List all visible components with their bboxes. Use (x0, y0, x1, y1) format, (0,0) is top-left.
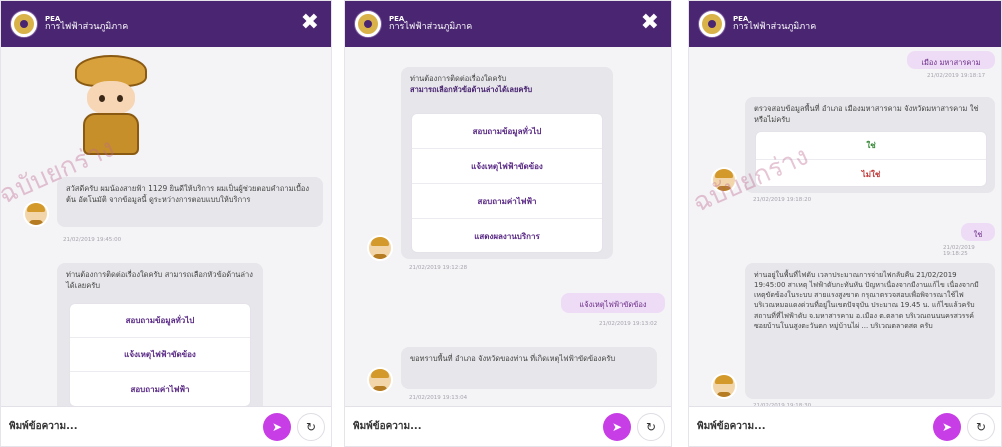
send-button[interactable]: ➤ (263, 412, 291, 441)
chat-footer: พิมพ์ข้อความ... ➤ ↻ (345, 406, 671, 446)
bot-avatar (367, 235, 393, 261)
message-input[interactable]: พิมพ์ข้อความ... (353, 419, 603, 434)
menu-prompt: ท่านต้องการติดต่อเรื่องใดครับ สามารถเลือ… (66, 270, 253, 290)
close-icon[interactable]: ✖ (301, 11, 319, 35)
chat-footer: พิมพ์ข้อความ... ➤ ↻ (1, 406, 331, 446)
message-input[interactable]: พิมพ์ข้อความ... (9, 419, 263, 434)
chat-header: PEA การไฟฟ้าส่วนภูมิภาค ✖ (1, 1, 331, 47)
chat-panel-1: PEA การไฟฟ้าส่วนภูมิภาค ✖ สวัสดีครับ ผมน… (0, 0, 332, 447)
bot-message-bubble: ขอทราบพื้นที่ อำเภอ จังหวัดของท่าน ที่เก… (401, 347, 657, 389)
brand: PEA การไฟฟ้าส่วนภูมิภาค (389, 15, 473, 33)
pea-logo-icon (355, 11, 381, 37)
send-button[interactable]: ➤ (933, 412, 961, 441)
bot-avatar (711, 373, 737, 399)
menu-options: สอบถามข้อมูลทั่วไป แจ้งเหตุไฟฟ้าขัดข้อง … (411, 113, 603, 253)
pea-logo-icon (699, 11, 725, 37)
yes-no-options: ใช่ ไม่ใช่ (755, 131, 987, 187)
chat-header: PEA การไฟฟ้าส่วนภูมิภาค ✖ (345, 1, 671, 47)
menu-prompt-bold: สามารถเลือกหัวข้อด้านล่างได้เลยครับ (410, 84, 533, 94)
user-message-bubble: เมือง มหาสารคาม (907, 51, 995, 69)
message-input[interactable]: พิมพ์ข้อความ... (697, 419, 933, 434)
bot-outage-info-bubble: ท่านอยู่ในพื้นที่ไฟดับ เวลาประมาณการจ่าย… (745, 263, 995, 399)
option-general-info[interactable]: สอบถามข้อมูลทั่วไป (70, 304, 250, 338)
brand: PEA การไฟฟ้าส่วนภูมิภาค (45, 15, 129, 33)
bot-avatar (23, 201, 49, 227)
option-billing[interactable]: สอบถามค่าไฟฟ้า (70, 372, 250, 406)
option-yes[interactable]: ใช่ (756, 132, 986, 160)
chat-panel-2: PEA การไฟฟ้าส่วนภูมิภาค ✖ ท่านต้องการติด… (344, 0, 672, 447)
confirm-text: ตรวจสอบข้อมูลพื้นที่ อำเภอ เมืองมหาสารคา… (754, 104, 979, 124)
message-timestamp: 21/02/2019 19:18:17 (927, 73, 986, 79)
option-service-results[interactable]: แสดงผลงานบริการ (412, 219, 602, 252)
option-report-outage[interactable]: แจ้งเหตุไฟฟ้าขัดข้อง (70, 338, 250, 372)
option-billing[interactable]: สอบถามค่าไฟฟ้า (412, 184, 602, 219)
no-label: ไม่ใช่ (861, 169, 881, 179)
send-icon: ➤ (941, 419, 953, 434)
option-report-outage[interactable]: แจ้งเหตุไฟฟ้าขัดข้อง (412, 149, 602, 184)
user-message-bubble: แจ้งเหตุไฟฟ้าขัดข้อง (561, 293, 665, 313)
send-icon: ➤ (271, 419, 283, 434)
refresh-icon: ↻ (645, 419, 657, 434)
chat-header: PEA การไฟฟ้าส่วนภูมิภาค (689, 1, 1001, 47)
yes-label: ใช่ (866, 141, 876, 150)
bot-avatar (711, 167, 737, 193)
org-name: การไฟฟ้าส่วนภูมิภาค (389, 21, 473, 32)
chat-footer: พิมพ์ข้อความ... ➤ ↻ (689, 406, 1001, 446)
refresh-button[interactable]: ↻ (297, 412, 325, 441)
option-no[interactable]: ไม่ใช่ (756, 160, 986, 186)
screenshot-stage: PEA การไฟฟ้าส่วนภูมิภาค ✖ สวัสดีครับ ผมน… (0, 0, 1002, 447)
close-icon[interactable]: ✖ (641, 11, 659, 35)
message-timestamp: 21/02/2019 19:18:25 (943, 245, 975, 257)
org-name: การไฟฟ้าส่วนภูมิภาค (45, 21, 129, 32)
option-general-info[interactable]: สอบถามข้อมูลทั่วไป (412, 114, 602, 149)
bot-greeting-bubble: สวัสดีครับ ผมน้องสายฟ้า 1129 ยินดีให้บริ… (57, 177, 323, 227)
send-button[interactable]: ➤ (603, 412, 631, 441)
mascot-image (65, 55, 155, 159)
refresh-icon: ↻ (305, 419, 317, 434)
pea-logo-icon (11, 11, 37, 37)
org-name: การไฟฟ้าส่วนภูมิภาค (733, 21, 817, 32)
message-timestamp: 21/02/2019 19:13:04 (409, 395, 468, 401)
menu-options: สอบถามข้อมูลทั่วไป แจ้งเหตุไฟฟ้าขัดข้อง … (69, 303, 251, 407)
refresh-button[interactable]: ↻ (967, 412, 995, 441)
bot-avatar (367, 367, 393, 393)
brand: PEA การไฟฟ้าส่วนภูมิภาค (733, 15, 817, 33)
send-icon: ➤ (611, 419, 623, 434)
refresh-button[interactable]: ↻ (637, 412, 665, 441)
message-timestamp: 21/02/2019 19:12:28 (409, 265, 468, 271)
menu-prompt: ท่านต้องการติดต่อเรื่องใดครับ (410, 74, 507, 83)
refresh-icon: ↻ (975, 419, 987, 434)
user-message-bubble: ใช่ (961, 223, 995, 241)
message-timestamp: 21/02/2019 19:18:20 (753, 197, 812, 203)
message-timestamp: 21/02/2019 19:45:00 (63, 237, 122, 243)
chat-panel-3: PEA การไฟฟ้าส่วนภูมิภาค เมือง มหาสารคาม … (688, 0, 1002, 447)
message-timestamp: 21/02/2019 19:13:02 (599, 321, 658, 327)
